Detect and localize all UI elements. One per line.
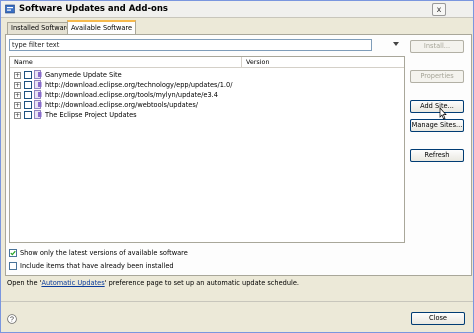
filter-dropdown-icon[interactable] [393, 42, 399, 46]
expand-icon[interactable]: + [14, 72, 21, 79]
automatic-updates-link[interactable]: Automatic Updates [41, 279, 104, 287]
install-button[interactable]: Install... [410, 40, 464, 53]
expand-icon[interactable]: + [14, 112, 21, 119]
update-manager-icon [5, 4, 15, 14]
site-checkbox[interactable] [24, 71, 32, 79]
latest-versions-checkbox[interactable] [9, 249, 17, 257]
tree-row[interactable]: + http://download.eclipse.org/tools/myly… [10, 90, 404, 100]
properties-button[interactable]: Properties [410, 70, 464, 83]
column-header-version[interactable]: Version [242, 57, 404, 68]
refresh-button[interactable]: Refresh [410, 149, 464, 162]
hint-suffix: ' preference page to set up an automatic… [104, 279, 299, 287]
close-window-button[interactable]: x [432, 3, 446, 16]
tree-row-label: http://download.eclipse.org/tools/mylyn/… [45, 91, 218, 99]
expand-icon[interactable]: + [14, 92, 21, 99]
manage-sites-button[interactable]: Manage Sites... [410, 119, 464, 132]
tree-row-label: The Eclipse Project Updates [45, 111, 137, 119]
expand-icon[interactable]: + [14, 102, 21, 109]
update-site-icon [34, 70, 42, 79]
hint-prefix: Open the ' [7, 279, 42, 287]
help-icon[interactable]: ? [7, 314, 17, 324]
tree-row[interactable]: + http://download.eclipse.org/webtools/u… [10, 100, 404, 110]
tree-row[interactable]: + The Eclipse Project Updates [10, 110, 404, 120]
software-updates-dialog: Software Updates and Add-ons x Installed… [0, 0, 474, 333]
site-checkbox[interactable] [24, 91, 32, 99]
update-site-icon [34, 80, 42, 89]
add-site-button[interactable]: Add Site... [410, 100, 464, 113]
filter-input[interactable]: type filter text [9, 39, 372, 51]
tree-row-label: Ganymede Update Site [45, 71, 122, 79]
tree-row[interactable]: + http://download.eclipse.org/technology… [10, 80, 404, 90]
include-installed-checkbox[interactable] [9, 262, 17, 270]
update-site-icon [34, 110, 42, 119]
update-site-icon [34, 100, 42, 109]
title-bar: Software Updates and Add-ons x [1, 1, 473, 18]
tree-row[interactable]: + Ganymede Update Site [10, 70, 404, 80]
tab-installed-software[interactable]: Installed Software [7, 22, 75, 34]
tab-available-software[interactable]: Available Software [67, 20, 137, 35]
site-checkbox[interactable] [24, 81, 32, 89]
svg-text:?: ? [10, 317, 14, 324]
window-title: Software Updates and Add-ons [19, 4, 168, 14]
tree-row-label: http://download.eclipse.org/webtools/upd… [45, 101, 199, 109]
column-header-name[interactable]: Name [10, 57, 242, 68]
latest-versions-label: Show only the latest versions of availab… [20, 249, 188, 257]
expand-icon[interactable]: + [14, 82, 21, 89]
update-sites-tree[interactable]: Name Version + Ganymede Update Site + ht… [9, 56, 405, 243]
tree-row-label: http://download.eclipse.org/technology/e… [45, 81, 233, 89]
update-site-icon [34, 90, 42, 99]
footer-separator [1, 301, 473, 302]
site-checkbox[interactable] [24, 111, 32, 119]
site-checkbox[interactable] [24, 101, 32, 109]
automatic-updates-hint: Open the 'Automatic Updates' preference … [7, 279, 299, 288]
close-button[interactable]: Close [411, 312, 465, 325]
mouse-pointer-icon [439, 108, 447, 120]
include-installed-label: Include items that have already been ins… [20, 262, 174, 270]
